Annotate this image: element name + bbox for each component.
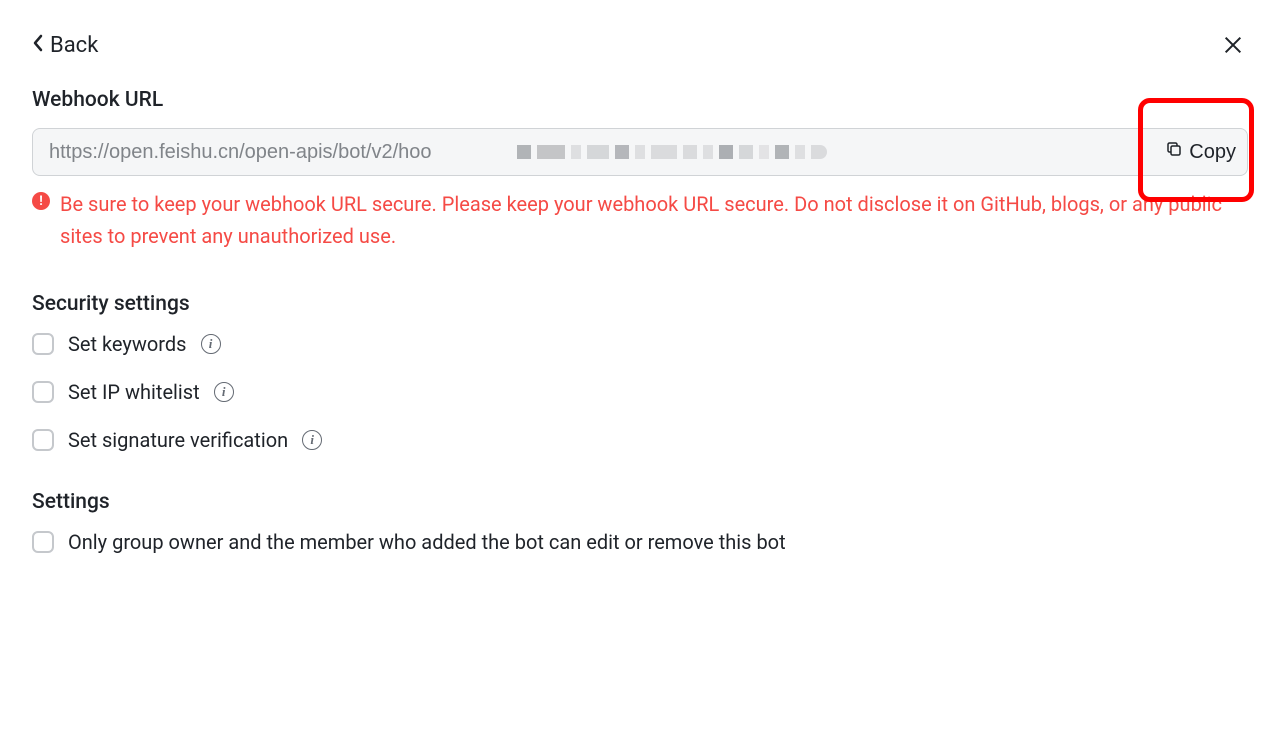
back-label: Back xyxy=(50,33,98,58)
owner-only-option-row: Only group owner and the member who adde… xyxy=(32,530,1248,554)
ip-whitelist-checkbox[interactable] xyxy=(32,381,54,403)
signature-checkbox[interactable] xyxy=(32,429,54,451)
webhook-url-label: Webhook URL xyxy=(32,88,1248,112)
info-icon[interactable]: i xyxy=(201,334,221,354)
settings-label: Settings xyxy=(32,490,1248,514)
ip-whitelist-option-row: Set IP whitelist i xyxy=(32,380,1248,404)
keywords-label: Set keywords xyxy=(68,332,187,356)
warning-text: Be sure to keep your webhook URL secure.… xyxy=(60,188,1248,252)
warning-row: ! Be sure to keep your webhook URL secur… xyxy=(32,188,1248,252)
webhook-url-input[interactable] xyxy=(32,128,1248,176)
back-button[interactable]: Back xyxy=(32,33,98,58)
warning-icon: ! xyxy=(32,192,50,210)
close-button[interactable] xyxy=(1218,30,1248,60)
settings-section: Settings Only group owner and the member… xyxy=(32,490,1248,554)
owner-only-label: Only group owner and the member who adde… xyxy=(68,530,786,554)
chevron-left-icon xyxy=(32,33,44,57)
close-icon xyxy=(1222,34,1244,56)
webhook-url-row: Copy xyxy=(32,128,1248,176)
security-settings-label: Security settings xyxy=(32,292,1248,316)
signature-label: Set signature verification xyxy=(68,428,288,452)
copy-button[interactable]: Copy xyxy=(1155,128,1248,176)
info-icon[interactable]: i xyxy=(214,382,234,402)
page-header: Back xyxy=(32,30,1248,60)
copy-icon xyxy=(1165,140,1183,164)
security-settings-section: Security settings Set keywords i Set IP … xyxy=(32,292,1248,452)
ip-whitelist-label: Set IP whitelist xyxy=(68,380,200,404)
signature-option-row: Set signature verification i xyxy=(32,428,1248,452)
keywords-option-row: Set keywords i xyxy=(32,332,1248,356)
info-icon[interactable]: i xyxy=(302,430,322,450)
owner-only-checkbox[interactable] xyxy=(32,531,54,553)
keywords-checkbox[interactable] xyxy=(32,333,54,355)
copy-label: Copy xyxy=(1189,141,1236,164)
